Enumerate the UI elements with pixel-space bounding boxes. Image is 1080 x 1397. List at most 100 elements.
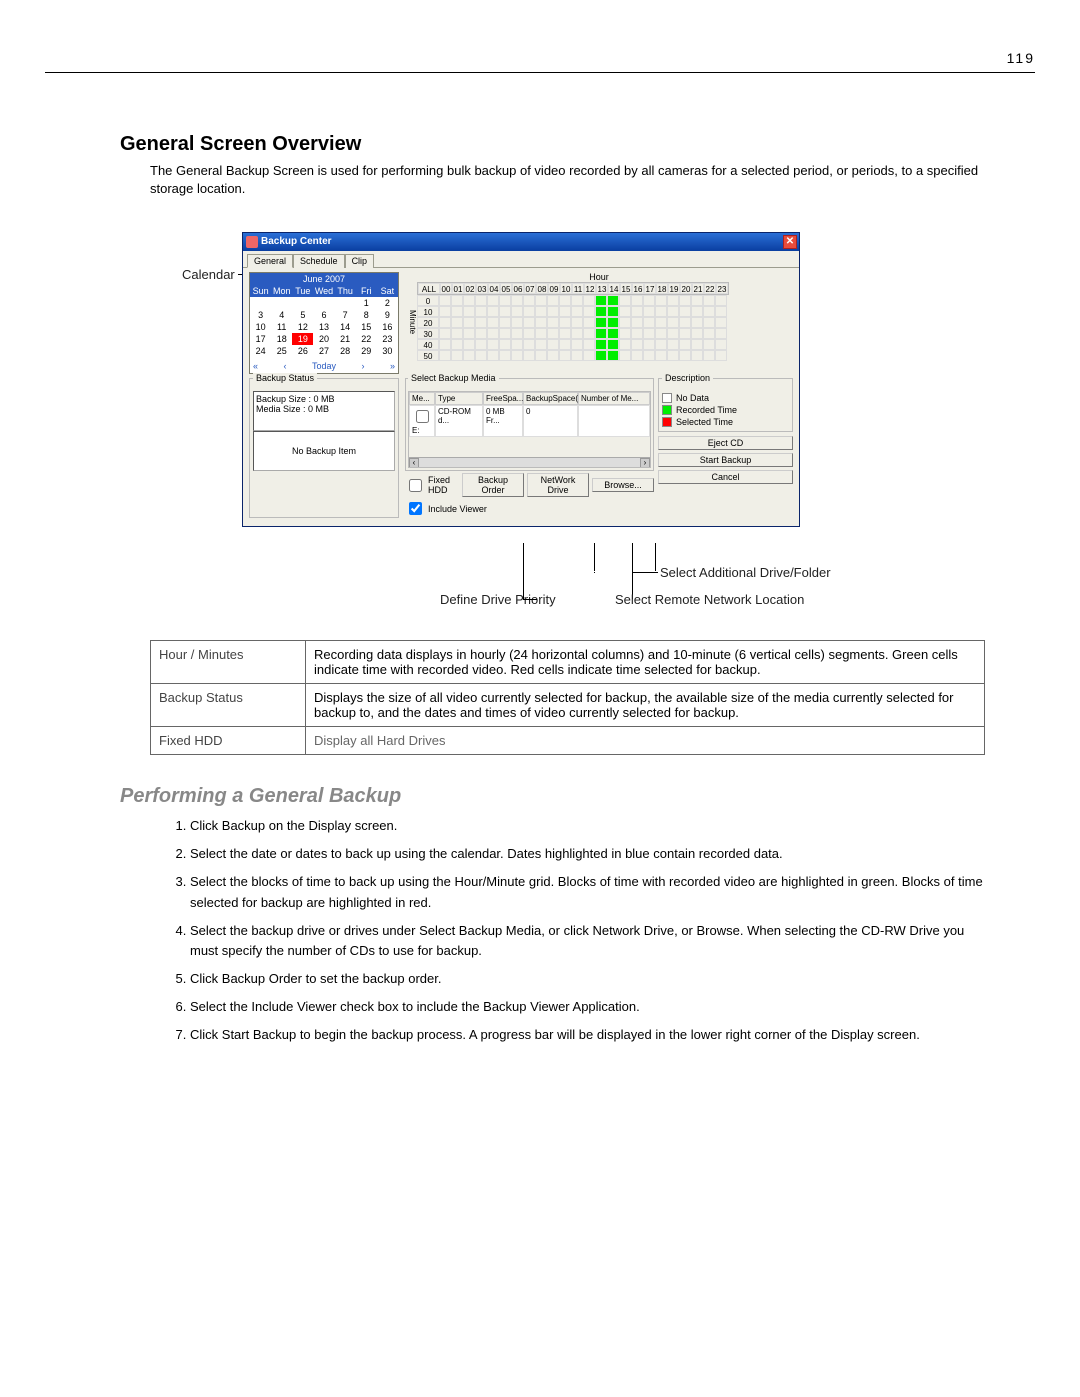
- calendar-day[interactable]: 2: [377, 297, 398, 309]
- time-cell[interactable]: [643, 328, 655, 339]
- time-cell[interactable]: [643, 350, 655, 361]
- time-cell[interactable]: [691, 306, 703, 317]
- media-row-cell[interactable]: [578, 405, 650, 437]
- time-cell[interactable]: [511, 306, 523, 317]
- tab-clip[interactable]: Clip: [345, 254, 375, 268]
- hour-header-cell[interactable]: 05: [500, 283, 512, 294]
- time-cell[interactable]: [655, 328, 667, 339]
- media-row-cell[interactable]: 0 MB Fr...: [483, 405, 523, 437]
- tab-general[interactable]: General: [247, 254, 293, 268]
- time-cell[interactable]: [619, 350, 631, 361]
- time-cell[interactable]: [679, 339, 691, 350]
- time-cell[interactable]: [703, 295, 715, 306]
- time-cell[interactable]: [703, 339, 715, 350]
- time-cell[interactable]: [619, 295, 631, 306]
- time-cell[interactable]: [475, 339, 487, 350]
- time-cell[interactable]: [583, 339, 595, 350]
- media-header-cell[interactable]: Number of Me...: [578, 392, 650, 405]
- calendar-day[interactable]: 15: [356, 321, 377, 333]
- cal-nav-prev-icon[interactable]: ‹: [284, 361, 287, 371]
- calendar-day[interactable]: 21: [335, 333, 356, 345]
- hour-header-cell[interactable]: 14: [608, 283, 620, 294]
- media-row-checkbox[interactable]: [416, 410, 429, 423]
- calendar-day[interactable]: 13: [313, 321, 334, 333]
- calendar-day[interactable]: [313, 297, 334, 309]
- hour-header-cell[interactable]: 04: [488, 283, 500, 294]
- time-cell[interactable]: [559, 339, 571, 350]
- time-cell[interactable]: [511, 295, 523, 306]
- time-cell[interactable]: [463, 295, 475, 306]
- time-cell[interactable]: [607, 306, 619, 317]
- hour-header-cell[interactable]: 08: [536, 283, 548, 294]
- hour-header-cell[interactable]: 22: [704, 283, 716, 294]
- hour-header-cell[interactable]: 19: [668, 283, 680, 294]
- calendar-day[interactable]: 7: [335, 309, 356, 321]
- time-cell[interactable]: [715, 328, 727, 339]
- start-backup-button[interactable]: Start Backup: [658, 453, 793, 467]
- time-cell[interactable]: [631, 295, 643, 306]
- time-cell[interactable]: [499, 306, 511, 317]
- time-cell[interactable]: [679, 306, 691, 317]
- time-cell[interactable]: [715, 339, 727, 350]
- time-cell[interactable]: [535, 317, 547, 328]
- time-cell[interactable]: [607, 328, 619, 339]
- calendar-day[interactable]: 27: [313, 345, 334, 357]
- calendar-day[interactable]: 20: [313, 333, 334, 345]
- time-cell[interactable]: [547, 295, 559, 306]
- cancel-button[interactable]: Cancel: [658, 470, 793, 484]
- time-cell[interactable]: [439, 295, 451, 306]
- hour-header-cell[interactable]: 21: [692, 283, 704, 294]
- time-cell[interactable]: [607, 339, 619, 350]
- time-cell[interactable]: [631, 350, 643, 361]
- time-cell[interactable]: [583, 317, 595, 328]
- time-cell[interactable]: [643, 339, 655, 350]
- time-cell[interactable]: [595, 350, 607, 361]
- time-cell[interactable]: [667, 350, 679, 361]
- time-cell[interactable]: [631, 328, 643, 339]
- time-cell[interactable]: [475, 317, 487, 328]
- time-cell[interactable]: [643, 317, 655, 328]
- time-cell[interactable]: [595, 295, 607, 306]
- time-cell[interactable]: [487, 328, 499, 339]
- calendar-day[interactable]: 30: [377, 345, 398, 357]
- time-cell[interactable]: [667, 339, 679, 350]
- time-cell[interactable]: [679, 350, 691, 361]
- time-cell[interactable]: [655, 295, 667, 306]
- time-cell[interactable]: [499, 295, 511, 306]
- time-cell[interactable]: [451, 339, 463, 350]
- time-cell[interactable]: [691, 350, 703, 361]
- calendar-day[interactable]: 24: [250, 345, 271, 357]
- time-cell[interactable]: [535, 328, 547, 339]
- time-cell[interactable]: [523, 350, 535, 361]
- time-cell[interactable]: [487, 339, 499, 350]
- calendar-day[interactable]: 17: [250, 333, 271, 345]
- time-cell[interactable]: [463, 328, 475, 339]
- time-cell[interactable]: [511, 350, 523, 361]
- time-cell[interactable]: [535, 306, 547, 317]
- time-cell[interactable]: [715, 350, 727, 361]
- time-cell[interactable]: [523, 295, 535, 306]
- hour-header-cell[interactable]: 16: [632, 283, 644, 294]
- time-cell[interactable]: [547, 350, 559, 361]
- cal-nav-last-icon[interactable]: »: [390, 361, 395, 371]
- time-cell[interactable]: [511, 317, 523, 328]
- time-cell[interactable]: [487, 317, 499, 328]
- fixed-hdd-checkbox[interactable]: [409, 479, 422, 492]
- time-cell[interactable]: [703, 328, 715, 339]
- time-cell[interactable]: [487, 306, 499, 317]
- calendar-day[interactable]: 29: [356, 345, 377, 357]
- calendar-widget[interactable]: June 2007 SunMonTueWedThuFriSat 12345678…: [249, 272, 399, 374]
- time-cell[interactable]: [631, 317, 643, 328]
- time-cell[interactable]: [715, 295, 727, 306]
- include-viewer-checkbox[interactable]: [409, 502, 422, 515]
- time-cell[interactable]: [715, 306, 727, 317]
- hour-header-cell[interactable]: 15: [620, 283, 632, 294]
- time-cell[interactable]: [535, 350, 547, 361]
- time-cell[interactable]: [571, 328, 583, 339]
- time-cell[interactable]: [439, 328, 451, 339]
- time-cell[interactable]: [583, 350, 595, 361]
- time-cell[interactable]: [463, 339, 475, 350]
- eject-cd-button[interactable]: Eject CD: [658, 436, 793, 450]
- hour-header-cell[interactable]: 02: [464, 283, 476, 294]
- time-cell[interactable]: [655, 339, 667, 350]
